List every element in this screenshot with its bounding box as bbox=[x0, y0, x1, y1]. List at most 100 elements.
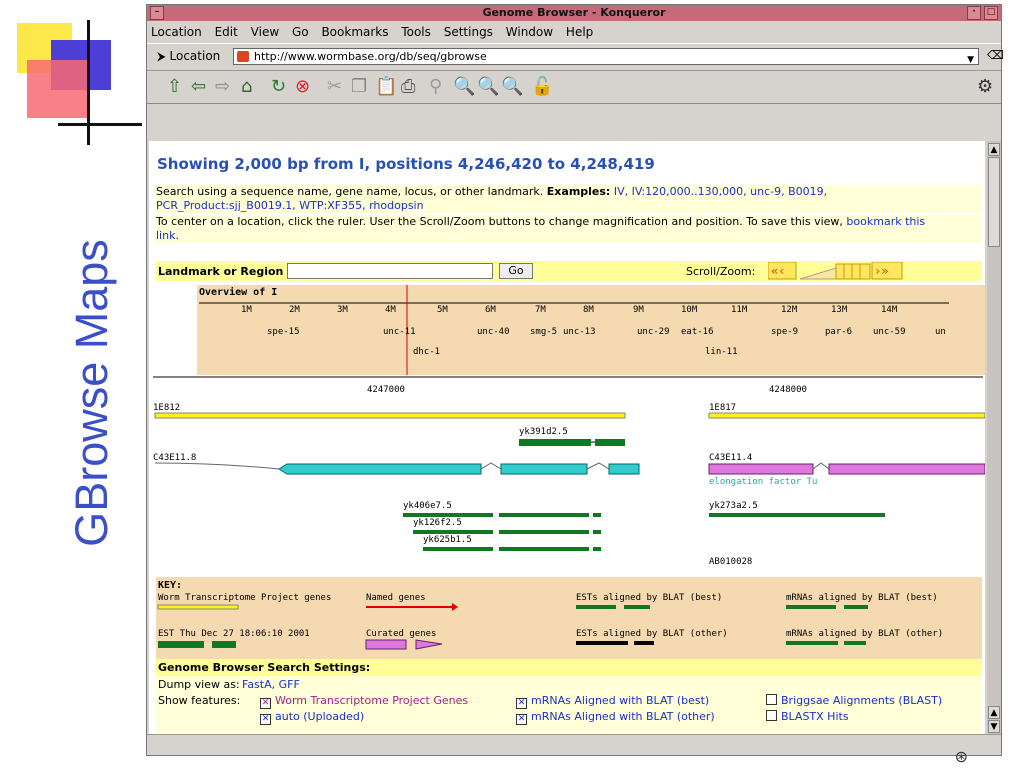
footer-glyph: ⊛ bbox=[954, 747, 968, 766]
overview-gene[interactable]: spe-9 bbox=[771, 327, 798, 337]
overview-gene[interactable]: unc-29 bbox=[637, 327, 670, 337]
feature-label[interactable]: yk406e7.5 bbox=[403, 501, 452, 511]
location-arrow-icon: ⮞ bbox=[157, 49, 166, 63]
window-titlebar[interactable]: – Genome Browser - Konqueror · □ bbox=[147, 5, 1001, 21]
page-heading: Showing 2,000 bp from I, positions 4,246… bbox=[157, 155, 655, 173]
overview-tick: 2M bbox=[289, 305, 300, 315]
menu-tools[interactable]: Tools bbox=[401, 25, 431, 39]
landmark-input[interactable] bbox=[287, 263, 493, 279]
settings-title: Genome Browser Search Settings: bbox=[156, 659, 982, 676]
feature-label[interactable]: yk126f2.5 bbox=[413, 518, 462, 528]
overview-gene[interactable]: lin-11 bbox=[705, 347, 738, 357]
url-text: http://www.wormbase.org/db/seq/gbrowse bbox=[254, 50, 487, 63]
detail-tracks[interactable] bbox=[149, 373, 985, 573]
find-icon[interactable]: ⚲ bbox=[429, 76, 442, 98]
examples-links-2[interactable]: PCR_Product:sjj_B0019.1, WTP:XF355, rhod… bbox=[156, 199, 424, 212]
center-help-text: To center on a location, click the ruler… bbox=[156, 215, 843, 228]
url-input[interactable]: http://www.wormbase.org/db/seq/gbrowse ▼ bbox=[233, 48, 979, 65]
menu-window[interactable]: Window bbox=[506, 25, 553, 39]
overview-panel[interactable]: Overview of I 1M 2M 3M 4M 5M 6M 7M 8M 9M… bbox=[197, 285, 985, 375]
overview-tick: 1M bbox=[241, 305, 252, 315]
menu-view[interactable]: View bbox=[251, 25, 279, 39]
feature-checkbox[interactable]: Briggsae Alignments (BLAST) bbox=[766, 694, 942, 707]
cut-icon[interactable]: ✂ bbox=[327, 76, 342, 98]
feature-label[interactable]: yk625b1.5 bbox=[423, 535, 472, 545]
feature-label[interactable]: AB010028 bbox=[709, 557, 752, 567]
browser-window: – Genome Browser - Konqueror · □ Locatio… bbox=[146, 4, 1004, 756]
overview-gene[interactable]: unc-11 bbox=[383, 327, 416, 337]
slide-deco-red bbox=[27, 60, 87, 118]
slide-title: GBrowse Maps bbox=[66, 239, 117, 547]
feature-label[interactable]: yk391d2.5 bbox=[519, 427, 568, 437]
feature-label[interactable]: 1E812 bbox=[153, 403, 180, 413]
bookmark-link[interactable]: bookmark this bbox=[846, 215, 925, 228]
zoom-slider[interactable] bbox=[799, 267, 837, 280]
checkbox-icon: ✕ bbox=[516, 698, 527, 709]
zoom-levels[interactable] bbox=[835, 263, 871, 280]
home-icon[interactable]: ⌂ bbox=[241, 76, 252, 98]
overview-gene[interactable]: dhc-1 bbox=[413, 347, 440, 357]
overview-gene[interactable]: unc-13 bbox=[563, 327, 596, 337]
lock-icon[interactable]: 🔓 bbox=[531, 76, 553, 98]
scroll-zoom-controls[interactable]: «‹ ›» bbox=[768, 262, 908, 280]
window-title: Genome Browser - Konqueror bbox=[482, 6, 666, 19]
feature-label[interactable]: yk273a2.5 bbox=[709, 501, 758, 511]
menu-go[interactable]: Go bbox=[292, 25, 309, 39]
forward-icon[interactable]: ⇨ bbox=[215, 76, 230, 98]
track-C43E11.4-a bbox=[708, 463, 814, 475]
overview-gene[interactable]: unc-59 bbox=[873, 327, 906, 337]
scroll-up-icon[interactable]: ▲ bbox=[988, 706, 1000, 719]
window-menu-icon[interactable]: – bbox=[150, 6, 164, 20]
dump-links[interactable]: FastA, GFF bbox=[242, 678, 300, 691]
scroll-up-icon[interactable]: ▲ bbox=[988, 143, 1000, 156]
ruler-label: 4247000 bbox=[367, 385, 405, 395]
go-button[interactable]: Go bbox=[499, 263, 533, 279]
scroll-down-icon[interactable]: ▼ bbox=[988, 720, 1000, 733]
overview-gene[interactable]: spe-15 bbox=[267, 327, 300, 337]
feature-label[interactable]: elongation factor Tu bbox=[709, 477, 817, 487]
paste-icon[interactable]: 📋 bbox=[375, 76, 397, 98]
feature-checkbox[interactable]: BLASTX Hits bbox=[766, 710, 849, 723]
center-help: To center on a location, click the ruler… bbox=[156, 215, 982, 243]
overview-gene[interactable]: eat-16 bbox=[681, 327, 714, 337]
up-icon[interactable]: ⇧ bbox=[167, 76, 182, 98]
overview-gene[interactable]: smg-5 bbox=[530, 327, 557, 337]
feature-checkbox[interactable]: ✕ mRNAs Aligned with BLAT (other) bbox=[516, 710, 715, 725]
feature-label[interactable]: C43E11.8 bbox=[153, 453, 196, 463]
zoom-fit-icon[interactable]: 🔍 bbox=[501, 76, 523, 98]
reload-icon[interactable]: ↻ bbox=[271, 76, 286, 98]
overview-gene[interactable]: unc-40 bbox=[477, 327, 510, 337]
copy-icon[interactable]: ❐ bbox=[351, 76, 367, 98]
menu-edit[interactable]: Edit bbox=[215, 25, 238, 39]
overview-gene[interactable]: par-6 bbox=[825, 327, 852, 337]
feature-label[interactable]: 1E817 bbox=[709, 403, 736, 413]
menu-location[interactable]: Location bbox=[151, 25, 202, 39]
feature-label[interactable]: C43E11.4 bbox=[709, 453, 752, 463]
track-1E817 bbox=[708, 412, 985, 419]
url-dropdown-icon[interactable]: ▼ bbox=[967, 53, 974, 68]
overview-gene[interactable]: un bbox=[935, 327, 946, 337]
feature-checkbox[interactable]: ✕ mRNAs Aligned with BLAT (best) bbox=[516, 694, 709, 709]
page-content: Showing 2,000 bp from I, positions 4,246… bbox=[149, 141, 985, 735]
zoom-out-icon[interactable]: 🔍 bbox=[477, 76, 499, 98]
overview-tick: 5M bbox=[437, 305, 448, 315]
feature-checkbox[interactable]: ✕ auto (Uploaded) bbox=[260, 710, 364, 725]
vertical-scrollbar[interactable]: ▲ ▲ ▼ bbox=[987, 141, 1001, 735]
back-icon[interactable]: ⇦ bbox=[191, 76, 206, 98]
menu-settings[interactable]: Settings bbox=[444, 25, 493, 39]
clear-location-icon[interactable]: ⌫ bbox=[987, 48, 1004, 62]
minimize-icon[interactable]: · bbox=[967, 6, 981, 20]
feature-checkbox[interactable]: ✕ Worm Transcriptome Project Genes bbox=[260, 694, 468, 709]
maximize-icon[interactable]: □ bbox=[984, 6, 998, 20]
bookmark-link-2[interactable]: link. bbox=[156, 229, 179, 242]
key-panel: KEY: Worm Transcriptome Project genes Na… bbox=[156, 577, 982, 659]
zoom-in-icon[interactable]: 🔍 bbox=[453, 76, 475, 98]
scroll-thumb[interactable] bbox=[988, 157, 1000, 247]
stop-icon[interactable]: ⊗ bbox=[295, 76, 310, 98]
print-icon[interactable]: ⎙ bbox=[401, 76, 415, 98]
menu-bookmarks[interactable]: Bookmarks bbox=[321, 25, 388, 39]
examples-links[interactable]: IV, IV:120,000..130,000, unc-9, B0019, bbox=[614, 185, 827, 198]
menu-help[interactable]: Help bbox=[566, 25, 593, 39]
overview-tick: 11M bbox=[731, 305, 748, 315]
overview-tick: 7M bbox=[535, 305, 546, 315]
